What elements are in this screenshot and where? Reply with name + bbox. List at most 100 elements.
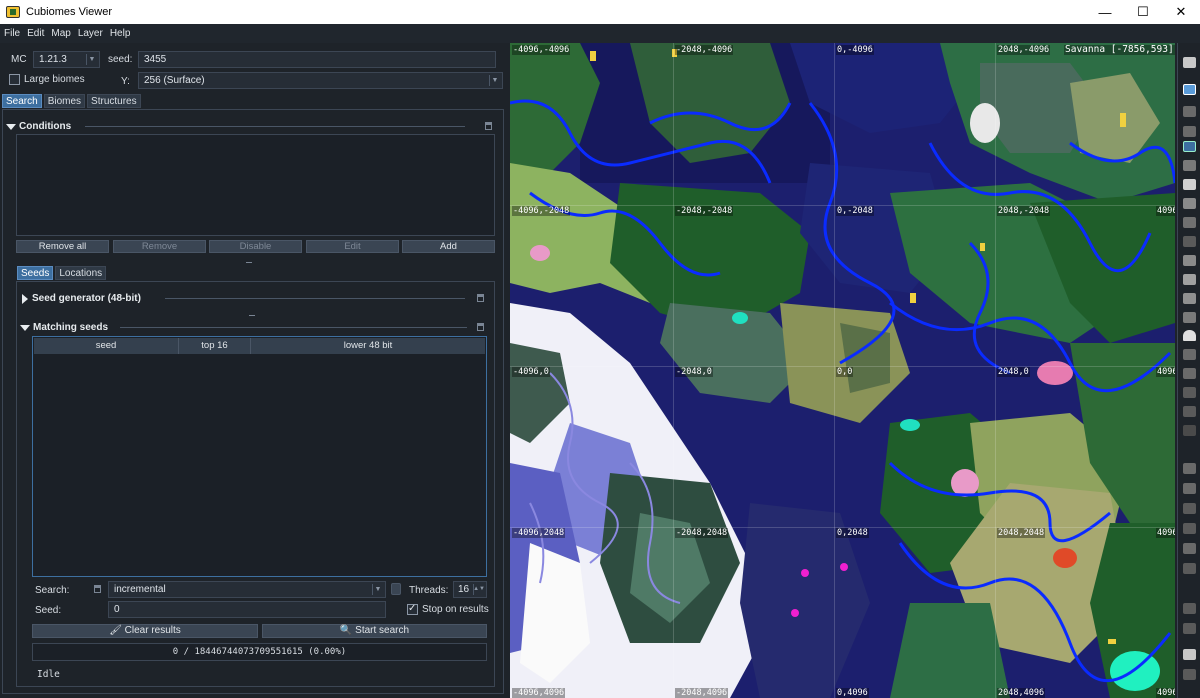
pin-icon[interactable] bbox=[485, 122, 492, 130]
start-seed-input[interactable]: 0 bbox=[108, 601, 386, 618]
column-seed[interactable]: seed bbox=[34, 338, 179, 354]
bastion-icon[interactable] bbox=[1183, 483, 1196, 494]
brush-icon: 🖌 bbox=[109, 625, 122, 636]
treasure-icon[interactable] bbox=[1183, 563, 1196, 574]
close-button[interactable]: ✕ bbox=[1162, 0, 1200, 24]
search-mode-select[interactable]: incremental ▼ bbox=[108, 581, 386, 598]
shipwreck-icon[interactable] bbox=[1183, 425, 1196, 436]
grid-line bbox=[673, 43, 674, 698]
tab-search[interactable]: Search bbox=[2, 94, 42, 108]
large-biomes-option[interactable]: Large biomes bbox=[9, 74, 85, 85]
mineshaft-icon[interactable] bbox=[1183, 236, 1196, 247]
menu-help[interactable]: Help bbox=[110, 28, 131, 39]
threads-spinbox[interactable]: 16 ▲▼ bbox=[453, 581, 487, 598]
ancient-city-icon[interactable] bbox=[1183, 349, 1196, 360]
expand-triangle-icon bbox=[22, 293, 28, 304]
trail-ruins-icon[interactable] bbox=[1183, 368, 1196, 379]
left-panel: MC 1.21.3 ▼ seed: 3455 Large biomes Y: 2… bbox=[0, 43, 508, 698]
map-coord-label: 2048,2048 bbox=[997, 528, 1046, 538]
monument-icon[interactable] bbox=[1183, 293, 1196, 304]
search-progress-bar: 0 / 18446744073709551615 (0.00%) bbox=[32, 643, 487, 661]
hover-biome-info: Savanna [-7856,593] bbox=[1064, 44, 1175, 55]
map-view-icon[interactable] bbox=[1183, 84, 1196, 95]
treasure-icon[interactable] bbox=[1183, 649, 1196, 660]
tab-structures[interactable]: Structures bbox=[87, 94, 141, 108]
tab-locations[interactable]: Locations bbox=[55, 266, 107, 280]
map-coord-label: -2048,-4096 bbox=[675, 45, 734, 55]
menu-layer[interactable]: Layer bbox=[78, 28, 103, 39]
village-icon[interactable] bbox=[1183, 179, 1196, 190]
stop-on-results-option[interactable]: Stop on results bbox=[407, 603, 489, 615]
progress-text: 0 / 18446744073709551615 (0.00%) bbox=[172, 647, 347, 657]
matching-seeds-table[interactable] bbox=[32, 336, 487, 577]
splitter-handle[interactable] bbox=[249, 315, 255, 316]
pin-icon[interactable] bbox=[477, 294, 484, 302]
menu-map[interactable]: Map bbox=[51, 28, 70, 39]
end-city-icon[interactable] bbox=[1183, 523, 1196, 534]
splitter-handle[interactable] bbox=[246, 262, 252, 263]
map-coord-label: -4096,-4096 bbox=[512, 45, 571, 55]
fortress-icon[interactable] bbox=[1183, 503, 1196, 514]
pin-icon[interactable] bbox=[94, 585, 101, 593]
temple-icon[interactable] bbox=[1183, 198, 1196, 209]
map-coord-label: 0,0 bbox=[836, 367, 854, 377]
add-button[interactable]: Add bbox=[402, 240, 495, 253]
remove-button[interactable]: Remove bbox=[113, 240, 206, 253]
start-search-button[interactable]: 🔍 Start search bbox=[262, 624, 487, 638]
map-coord-label: 2048,-4096 bbox=[997, 45, 1051, 55]
grid-layer-icon[interactable] bbox=[1183, 57, 1196, 68]
minimize-button[interactable]: — bbox=[1086, 0, 1124, 24]
seed-generator-header[interactable]: Seed generator (48-bit) bbox=[20, 293, 141, 304]
fossil-icon[interactable] bbox=[1183, 387, 1196, 398]
column-lower48[interactable]: lower 48 bit bbox=[251, 338, 485, 354]
mc-version-select[interactable]: 1.21.3 ▼ bbox=[33, 51, 100, 68]
clear-results-label: Clear results bbox=[124, 625, 181, 636]
igloo-icon[interactable] bbox=[1183, 312, 1196, 323]
menu-bar: File Edit Map Layer Help bbox=[0, 24, 1200, 43]
y-level-select[interactable]: 256 (Surface) ▼ bbox=[138, 72, 503, 89]
structure-icon[interactable] bbox=[1183, 126, 1196, 137]
maximize-button[interactable]: ☐ bbox=[1124, 0, 1162, 24]
mc-version-label: MC bbox=[11, 54, 27, 65]
geode-icon[interactable] bbox=[1183, 406, 1196, 417]
portal-icon[interactable] bbox=[1183, 255, 1196, 266]
window-title: Cubiomes Viewer bbox=[26, 6, 113, 18]
title-bar: Cubiomes Viewer — ☐ ✕ bbox=[0, 0, 1200, 24]
seed-input[interactable]: 3455 bbox=[138, 51, 496, 68]
threads-label: Threads: bbox=[409, 585, 449, 596]
treasure-icon[interactable] bbox=[1183, 669, 1196, 680]
column-top16[interactable]: top 16 bbox=[179, 338, 251, 354]
structure-icon[interactable] bbox=[1183, 106, 1196, 117]
spin-arrows-icon[interactable]: ▲▼ bbox=[473, 584, 485, 595]
threads-value: 16 bbox=[458, 584, 470, 595]
grid-icon[interactable] bbox=[1183, 141, 1196, 152]
seed-value: 3455 bbox=[144, 54, 167, 65]
gateway-icon[interactable] bbox=[1183, 543, 1196, 554]
map-coord-label: 4096 bbox=[1156, 688, 1175, 698]
edit-button[interactable]: Edit bbox=[306, 240, 399, 253]
treasure-icon[interactable] bbox=[1183, 603, 1196, 614]
remove-all-button[interactable]: Remove all bbox=[16, 240, 109, 253]
clear-results-button[interactable]: 🖌 Clear results bbox=[32, 624, 258, 638]
conditions-list[interactable] bbox=[16, 134, 495, 236]
mansion-icon[interactable] bbox=[1183, 217, 1196, 228]
slime-chunks-icon[interactable] bbox=[1183, 160, 1196, 171]
stop-on-results-checkbox[interactable] bbox=[407, 603, 418, 615]
stronghold-icon[interactable] bbox=[1183, 274, 1196, 285]
large-biomes-checkbox[interactable] bbox=[9, 74, 20, 85]
map-coord-label: 2048,4096 bbox=[997, 688, 1046, 698]
tab-biomes[interactable]: Biomes bbox=[43, 94, 86, 108]
disable-button[interactable]: Disable bbox=[209, 240, 302, 253]
pin-icon[interactable] bbox=[477, 323, 484, 331]
menu-file[interactable]: File bbox=[4, 28, 20, 39]
tab-seeds[interactable]: Seeds bbox=[17, 266, 54, 280]
outpost-icon[interactable] bbox=[1183, 330, 1196, 341]
menu-edit[interactable]: Edit bbox=[27, 28, 44, 39]
map-coord-label: -4096,-2048 bbox=[512, 206, 571, 216]
treasure-icon[interactable] bbox=[1183, 623, 1196, 634]
search-options-button[interactable] bbox=[391, 583, 401, 595]
spawn-icon[interactable] bbox=[1183, 463, 1196, 474]
biome-map[interactable]: -4096,-4096 -2048,-4096 0,-4096 2048,-40… bbox=[510, 43, 1175, 698]
matching-seeds-header[interactable]: Matching seeds bbox=[20, 322, 108, 333]
conditions-header[interactable]: Conditions bbox=[6, 121, 71, 132]
